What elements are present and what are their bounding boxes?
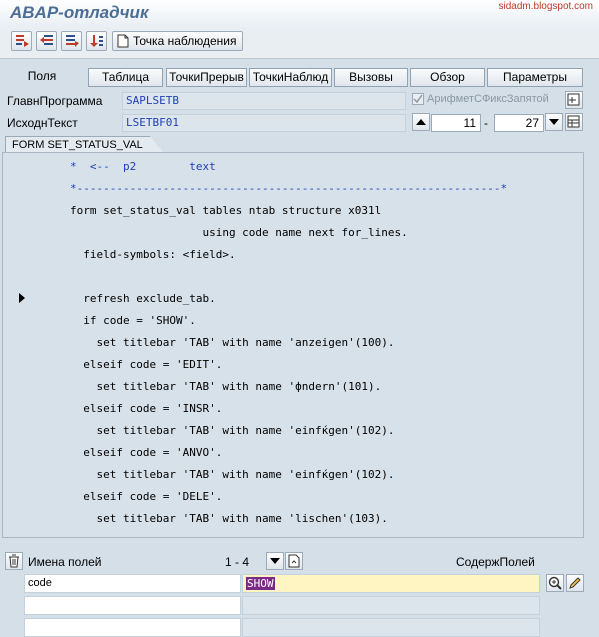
code-line: form set_status_val tables ntab structur… xyxy=(70,204,382,217)
watchpoint-button[interactable]: Точка наблюдения xyxy=(112,31,244,51)
code-line: *---------------------------------------… xyxy=(70,182,508,195)
source-options-button[interactable] xyxy=(565,113,583,131)
row-range: 1 - 4 xyxy=(225,555,250,569)
code-line: elseif code = 'DELE'. xyxy=(70,490,223,503)
main-program-field: SAPLSETB xyxy=(122,92,406,110)
variable-name-cell[interactable] xyxy=(24,596,241,615)
tab-watchpoints[interactable]: ТочкиНаблюд xyxy=(249,68,332,87)
return-button[interactable] xyxy=(61,31,82,51)
code-line: using code name next for_lines. xyxy=(70,226,408,239)
variable-value-cell[interactable] xyxy=(242,618,540,637)
edit-value-button[interactable] xyxy=(566,574,584,592)
fixed-point-checkbox[interactable] xyxy=(412,93,424,105)
code-line: if code = 'SHOW'. xyxy=(70,314,196,327)
step-over-icon xyxy=(40,35,53,45)
magnify-icon xyxy=(548,576,562,590)
continue-icon xyxy=(90,35,103,47)
table-icon xyxy=(567,115,580,128)
triangle-down-icon xyxy=(549,119,559,125)
watermark: sidadm.blogspot.com xyxy=(498,1,594,12)
code-line-current: refresh exclude_tab. xyxy=(70,292,216,305)
page-icon xyxy=(288,554,300,568)
code-line: * <-- p2 text xyxy=(70,160,216,173)
tab-breakpoints[interactable]: ТочкиПрерыв xyxy=(166,68,247,87)
variable-name-cell[interactable]: code xyxy=(24,574,241,593)
code-line: set titlebar 'TAB' with name 'einfќgen'(… xyxy=(70,424,395,437)
code-line: set titlebar 'TAB' with name 'lischen'(1… xyxy=(70,512,388,525)
triangle-down-icon xyxy=(270,558,280,564)
source-label: ИсходнТекст xyxy=(7,116,78,130)
tab-fields[interactable]: Поля xyxy=(4,68,80,87)
app-title: ABAP-отладчик xyxy=(10,3,149,22)
main-program-label: ГлавнПрограмма xyxy=(7,94,103,108)
range-down-button[interactable] xyxy=(266,552,284,570)
tab-overview[interactable]: Обзор xyxy=(410,68,485,87)
delete-button[interactable] xyxy=(5,552,23,570)
code-line: elseif code = 'ANVO'. xyxy=(70,446,223,459)
variable-value-cell[interactable]: SHOW xyxy=(242,574,540,593)
triangle-up-icon xyxy=(416,119,426,125)
variable-value-text: SHOW xyxy=(246,577,275,590)
step-into-button[interactable] xyxy=(11,31,32,51)
code-line: set titlebar 'TAB' with name 'anzeigen'(… xyxy=(70,336,395,349)
watchpoint-label: Точка наблюдения xyxy=(133,34,237,48)
line-separator: - xyxy=(484,116,488,130)
variable-name-cell[interactable] xyxy=(24,618,241,637)
code-line: field-symbols: <field>. xyxy=(70,248,236,261)
code-section-title: FORM SET_STATUS_VAL xyxy=(5,136,164,153)
pencil-icon xyxy=(569,577,581,589)
fixed-point-label: АрифметСФиксЗапятой xyxy=(427,93,549,105)
code-line: elseif code = 'EDIT'. xyxy=(70,358,223,371)
code-line: set titlebar 'TAB' with name 'einfќgen'(… xyxy=(70,468,395,481)
field-names-header: Имена полей xyxy=(28,555,102,569)
grid-icon xyxy=(567,93,580,106)
scroll-up-button[interactable] xyxy=(412,113,430,131)
line-from-field[interactable]: 11 xyxy=(431,114,481,132)
scroll-down-button[interactable] xyxy=(545,113,563,131)
variable-value-cell[interactable] xyxy=(242,596,540,615)
toolbar: Точка наблюдения xyxy=(0,28,599,59)
checkmark-icon xyxy=(413,94,423,104)
current-line-marker-icon xyxy=(19,293,25,303)
field-values-header: СодержПолей xyxy=(456,555,535,569)
line-to-field[interactable]: 27 xyxy=(494,114,544,132)
continue-button[interactable] xyxy=(86,31,107,51)
display-options-button[interactable] xyxy=(565,91,583,109)
range-page-button[interactable] xyxy=(285,552,303,570)
source-field: LSETBF01 xyxy=(122,114,406,132)
fixed-point-checkbox-wrap[interactable]: АрифметСФиксЗапятой xyxy=(412,93,549,105)
tab-table[interactable]: Таблица xyxy=(88,68,163,87)
code-line: elseif code = 'INSR'. xyxy=(70,402,223,415)
code-line: set titlebar 'TAB' with name 'фndern'(10… xyxy=(70,380,382,393)
return-icon xyxy=(66,35,79,47)
step-into-icon xyxy=(16,35,29,47)
document-icon xyxy=(117,34,129,48)
tab-settings[interactable]: Параметры xyxy=(487,68,583,87)
trash-icon xyxy=(9,554,19,568)
tab-calls[interactable]: Вызовы xyxy=(334,68,408,87)
step-over-button[interactable] xyxy=(36,31,57,51)
detail-view-button[interactable] xyxy=(546,574,564,592)
